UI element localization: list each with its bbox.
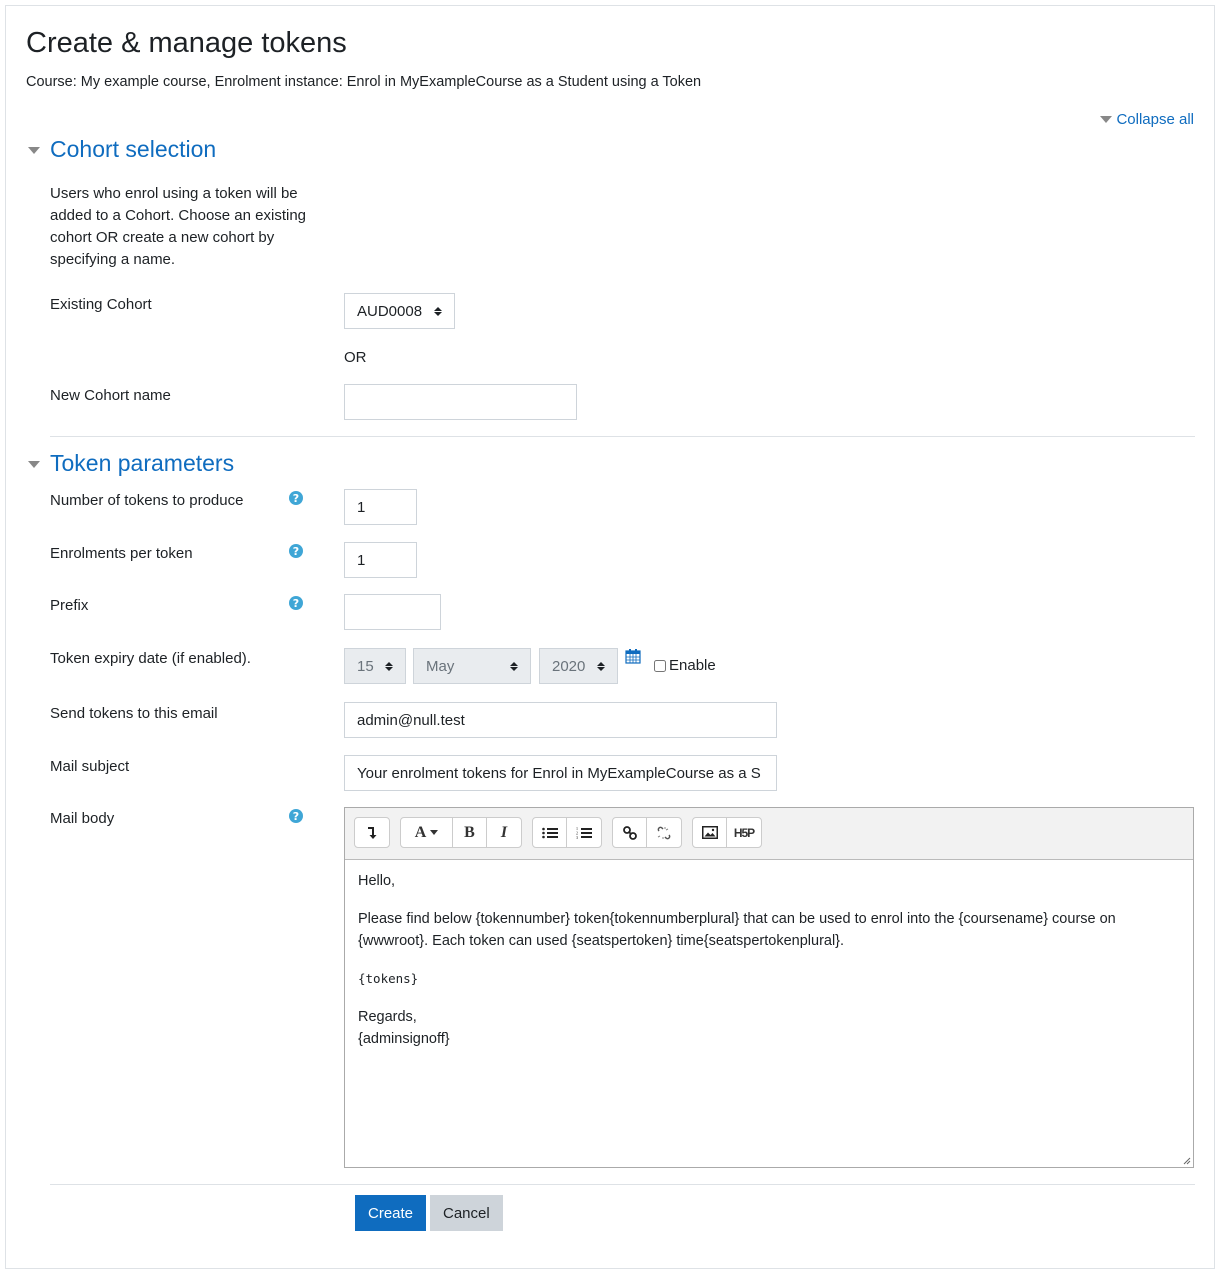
- expiry-year-value: 2020: [552, 657, 586, 675]
- italic-button[interactable]: I: [487, 818, 521, 847]
- toolbar-group: H5P: [692, 817, 762, 848]
- new-cohort-input[interactable]: [344, 384, 577, 420]
- email-input[interactable]: [344, 702, 777, 738]
- cohort-description: Users who enrol using a token will be ad…: [50, 185, 307, 268]
- editor-toolbar: A B I 123 H5P: [345, 808, 1193, 859]
- bold-icon: B: [464, 823, 475, 841]
- help-icon[interactable]: ?: [289, 491, 303, 505]
- section-toggle-cohort-selection[interactable]: Cohort selection: [28, 136, 216, 163]
- email-label: Send tokens to this email: [50, 705, 218, 722]
- expiry-day-value: 15: [357, 657, 374, 675]
- body-tokens-placeholder: {tokens}: [358, 971, 419, 986]
- bold-button[interactable]: B: [453, 818, 487, 847]
- insert-image-button[interactable]: [693, 818, 727, 847]
- image-icon: [701, 826, 718, 839]
- existing-cohort-value: AUD0008: [357, 302, 423, 320]
- section-toggle-token-parameters[interactable]: Token parameters: [28, 450, 234, 477]
- subject-input[interactable]: [344, 755, 777, 791]
- or-separator-text: OR: [344, 349, 367, 366]
- new-cohort-label: New Cohort name: [50, 387, 171, 404]
- expiry-year-select[interactable]: 2020: [539, 648, 618, 684]
- help-icon[interactable]: ?: [289, 544, 303, 558]
- select-arrows-icon: [510, 661, 518, 671]
- italic-icon: I: [500, 823, 508, 841]
- enrolments-per-token-label: Enrolments per token: [50, 545, 193, 562]
- insert-h5p-button[interactable]: H5P: [727, 818, 761, 847]
- expiry-enable-checkbox[interactable]: [654, 659, 666, 672]
- create-button[interactable]: Create: [355, 1195, 427, 1231]
- toolbar-group: A B I: [400, 817, 522, 848]
- section-divider: [50, 436, 1195, 437]
- existing-cohort-label: Existing Cohort: [50, 296, 152, 313]
- num-tokens-input[interactable]: [344, 489, 417, 525]
- ordered-list-button[interactable]: 123: [567, 818, 601, 847]
- body-label: Mail body: [50, 810, 115, 827]
- collapse-toolbar-button[interactable]: [355, 818, 389, 847]
- body-signoff: {adminsignoff}: [358, 1031, 450, 1047]
- body-paragraph: Please find below {tokennumber} token{to…: [358, 911, 1116, 949]
- toolbar-group: 123: [532, 817, 602, 848]
- h5p-icon: H5P: [733, 825, 755, 840]
- select-arrows-icon: [385, 661, 393, 671]
- link-button[interactable]: [613, 818, 647, 847]
- section-title: Cohort selection: [50, 136, 217, 162]
- caret-down-icon: [1100, 116, 1113, 123]
- expiry-label: Token expiry date (if enabled).: [50, 650, 251, 667]
- cancel-button[interactable]: Cancel: [430, 1195, 503, 1231]
- unlink-button[interactable]: [647, 818, 681, 847]
- calendar-icon[interactable]: [625, 648, 641, 664]
- existing-cohort-select[interactable]: AUD0008: [344, 293, 455, 329]
- select-arrows-icon: [597, 661, 605, 671]
- font-icon: A: [414, 823, 427, 841]
- enable-label: Enable: [669, 657, 716, 674]
- unlink-icon: [657, 826, 671, 839]
- subject-label: Mail subject: [50, 758, 130, 775]
- mail-body-textarea[interactable]: Hello, Please find below {tokennumber} t…: [345, 859, 1193, 1167]
- expiry-month-value: May: [426, 657, 455, 675]
- prefix-label: Prefix: [50, 597, 89, 614]
- collapse-all-label: Collapse all: [1116, 111, 1194, 128]
- help-icon[interactable]: ?: [289, 596, 303, 610]
- select-arrows-icon: [434, 306, 442, 316]
- form-actions-divider: [50, 1184, 1195, 1185]
- caret-down-icon: [28, 461, 40, 468]
- body-regards: Regards,: [358, 1009, 417, 1025]
- expiry-enable-checkbox-label[interactable]: Enable: [654, 657, 716, 674]
- prefix-input[interactable]: [344, 594, 441, 630]
- section-title: Token parameters: [50, 450, 235, 476]
- font-style-button[interactable]: A: [401, 818, 453, 847]
- unordered-list-button[interactable]: [533, 818, 567, 847]
- toolbar-group: [612, 817, 682, 848]
- page-subtitle: Course: My example course, Enrolment ins…: [26, 74, 702, 90]
- page-title: Create & manage tokens: [26, 27, 347, 59]
- help-icon[interactable]: ?: [289, 809, 303, 823]
- collapse-all-link[interactable]: Collapse all: [1100, 111, 1194, 128]
- ordered-list-icon: 123: [576, 826, 592, 840]
- expiry-month-select[interactable]: May: [413, 648, 531, 684]
- mail-body-editor: A B I 123 H5P Hello, Please find below {…: [344, 807, 1194, 1168]
- num-tokens-label: Number of tokens to produce: [50, 492, 244, 509]
- toolbar-group: [354, 817, 390, 848]
- caret-down-icon: [430, 830, 439, 835]
- caret-down-icon: [28, 147, 40, 154]
- body-greeting: Hello,: [358, 873, 396, 889]
- unordered-list-icon: [541, 827, 558, 838]
- resize-handle-icon[interactable]: [1183, 1157, 1191, 1165]
- svg-text:3: 3: [576, 835, 578, 840]
- arrow-down-icon: [368, 826, 377, 839]
- enrolments-per-token-input[interactable]: [344, 542, 417, 578]
- expiry-day-select[interactable]: 15: [344, 648, 406, 684]
- link-icon: [622, 825, 637, 840]
